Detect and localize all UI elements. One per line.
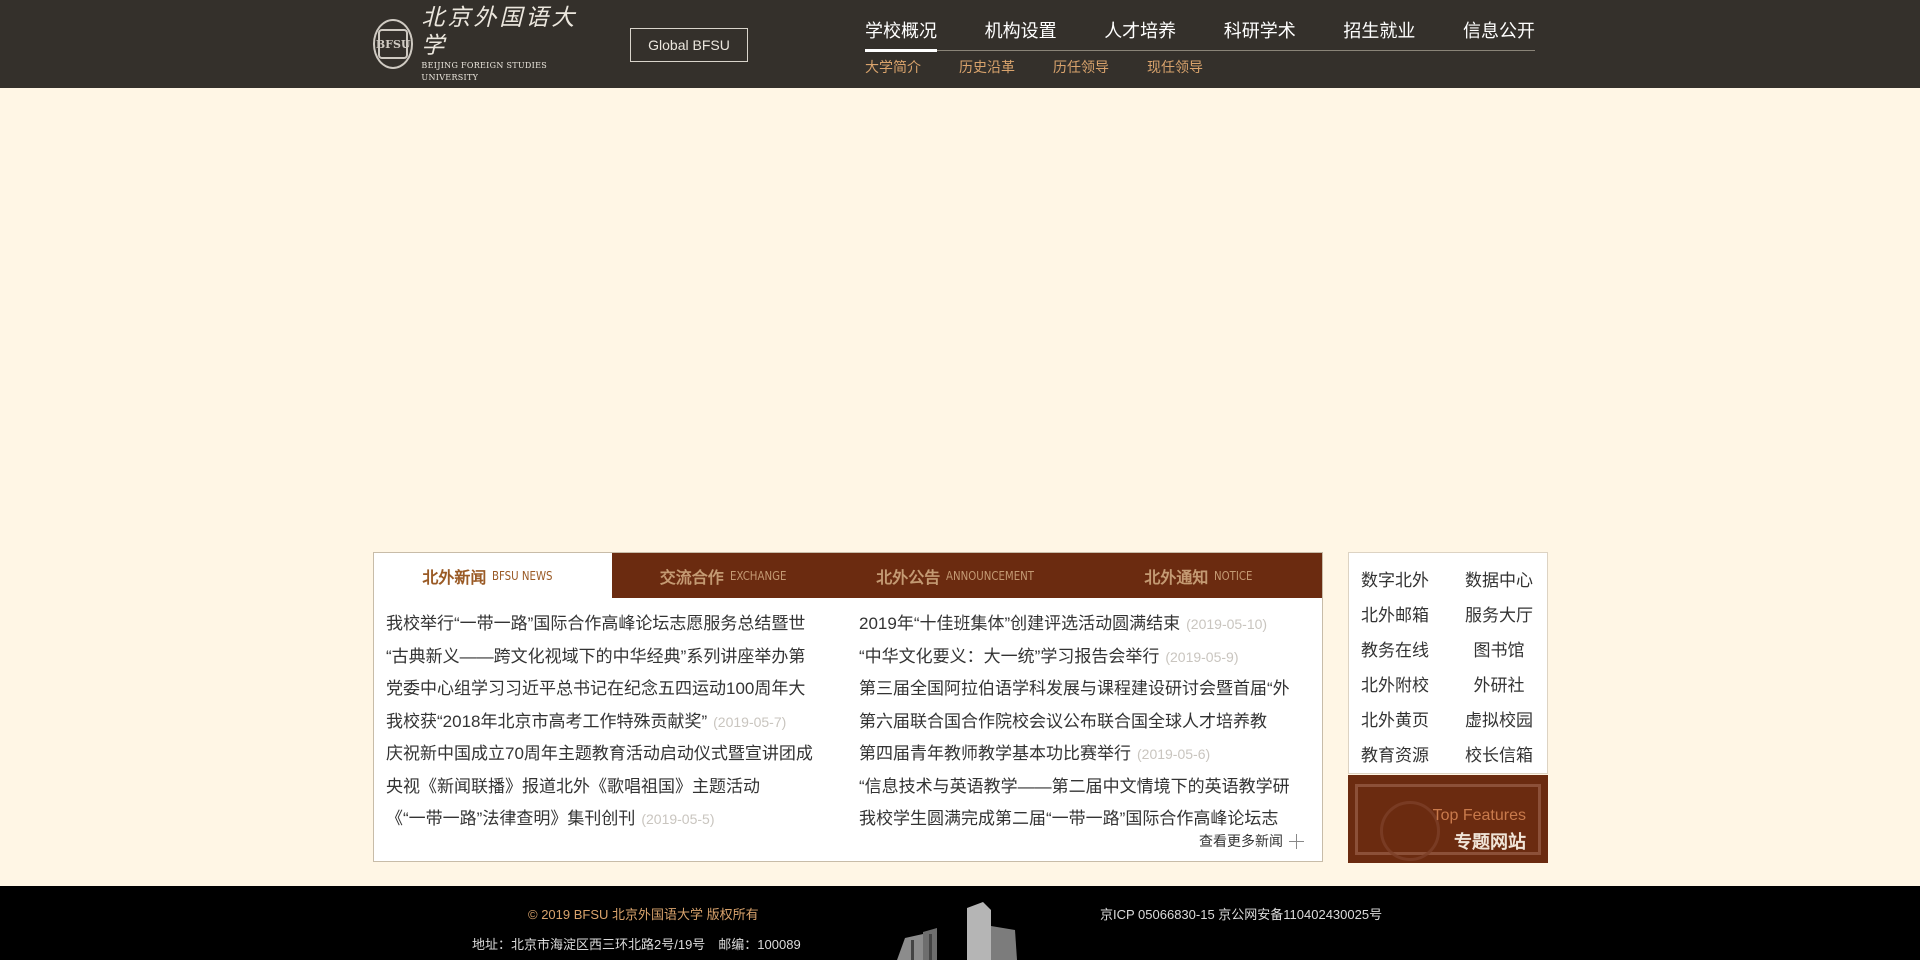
nav-information[interactable]: 信息公开 <box>1463 19 1535 51</box>
subnav-introduction[interactable]: 大学简介 <box>865 57 921 77</box>
nav-admissions[interactable]: 招生就业 <box>1343 19 1415 51</box>
tab-exchange[interactable]: 交流合作 EXCHANGE <box>612 553 844 598</box>
subnav-past-leaders[interactable]: 历任领导 <box>1053 57 1109 77</box>
tab-label-en: BFSU NEWS <box>492 568 553 583</box>
tab-notice[interactable]: 北外通知 NOTICE <box>1082 553 1322 598</box>
sub-nav: 大学简介 历史沿革 历任领导 现任领导 <box>865 57 1203 77</box>
news-date: (2019-05-5) <box>641 811 715 827</box>
more-news-label: 查看更多新闻 <box>1199 834 1283 850</box>
news-title: 我校学生圆满完成第二届“一带一路”国际合作高峰论坛志 <box>859 809 1279 828</box>
tab-label-en: NOTICE <box>1214 568 1253 583</box>
news-date: (2019-05-7) <box>713 713 787 730</box>
quick-link-library[interactable]: 图书馆 <box>1459 633 1539 668</box>
news-title: “古典新义——跨文化视域下的中华经典”系列讲座举办第 <box>386 646 806 666</box>
news-title: 庆祝新中国成立70周年主题教育活动启动仪式暨宣讲团成 <box>386 744 813 763</box>
plus-icon <box>1289 833 1304 849</box>
news-title: 党委中心组学习习近平总书记在纪念五四运动100周年大 <box>386 679 806 698</box>
news-item[interactable]: 第三届全国阿拉伯语学科发展与课程建设研讨会暨首届“外 <box>859 673 1304 706</box>
news-title: 第四届青年教师教学基本功比赛举行 <box>859 744 1131 763</box>
university-logo[interactable]: BFSU 北京外国语大学 BEIJING FOREIGN STUDIES UNI… <box>373 5 599 82</box>
site-footer: © 2019 BFSU 北京外国语大学 版权所有 地址：北京市海淀区西三环北路2… <box>0 886 1920 960</box>
quick-link-president-mailbox[interactable]: 校长信箱 <box>1459 738 1539 773</box>
top-features-banner[interactable]: Top Features 专题网站 <box>1348 775 1548 863</box>
quick-link-academic-affairs[interactable]: 教务在线 <box>1361 633 1459 668</box>
tab-label-cn: 北外新闻 <box>422 567 487 587</box>
news-title: 我校获“2018年北京市高考工作特殊贡献奖” <box>386 711 708 731</box>
tab-bfsu-news[interactable]: 北外新闻 BFSU NEWS <box>374 553 612 598</box>
news-item[interactable]: “古典新义——跨文化视域下的中华经典”系列讲座举办第 <box>386 641 831 674</box>
news-title: 第六届联合国合作院校会议公布联合国全球人才培养教 <box>859 711 1267 731</box>
quick-link-data-center[interactable]: 数据中心 <box>1459 563 1539 598</box>
news-item[interactable]: “中华文化要义：大一统”学习报告会举行 (2019-05-9) <box>859 641 1304 674</box>
quick-link-virtual-campus[interactable]: 虚拟校园 <box>1459 703 1539 738</box>
tab-label-en: EXCHANGE <box>729 568 787 583</box>
news-panel: 北外新闻 BFSU NEWS 交流合作 EXCHANGE 北外公告 ANNOUN… <box>373 552 1323 862</box>
footer-copyright: © 2019 BFSU 北京外国语大学 版权所有 <box>528 907 759 922</box>
seal-icon: BFSU <box>373 19 414 69</box>
news-item[interactable]: 党委中心组学习习近平总书记在纪念五四运动100周年大 <box>386 673 831 706</box>
news-title: “信息技术与英语教学——第二届中文情境下的英语教学研 <box>859 776 1290 796</box>
footer-address: 地址：北京市海淀区西三环北路2号/19号 邮编：100089 <box>472 937 801 952</box>
tab-label-en: ANNOUNCEMENT <box>946 568 1035 583</box>
feature-english-label: Top Features <box>1432 807 1526 824</box>
nav-school-overview[interactable]: 学校概况 <box>865 19 937 52</box>
tab-label-cn: 北外公告 <box>876 567 941 587</box>
seal-text: BFSU <box>376 29 411 59</box>
news-title: 第三届全国阿拉伯语学科发展与课程建设研讨会暨首届“外 <box>859 679 1290 698</box>
more-news-link[interactable]: 查看更多新闻 <box>1199 831 1304 851</box>
news-item[interactable]: 第四届青年教师教学基本功比赛举行 (2019-05-6) <box>859 738 1304 771</box>
feature-frame: Top Features 专题网站 <box>1355 784 1541 861</box>
tab-label-cn: 北外通知 <box>1144 567 1209 587</box>
news-title: 2019年“十佳班集体”创建评选活动圆满结束 <box>859 614 1181 633</box>
news-item[interactable]: 《“一带一路”法律查明》集刊创刊 (2019-05-5) <box>386 803 831 836</box>
tab-label-cn: 交流合作 <box>659 567 724 587</box>
nav-talent-cultivation[interactable]: 人才培养 <box>1104 19 1176 51</box>
subnav-current-leaders[interactable]: 现任领导 <box>1147 57 1203 77</box>
news-item[interactable]: 央视《新闻联播》报道北外《歌唱祖国》主题活动 <box>386 771 831 804</box>
quick-link-affiliated-school[interactable]: 北外附校 <box>1361 668 1459 703</box>
global-bfsu-button[interactable]: Global BFSU <box>630 28 748 62</box>
quick-link-digital-bfsu[interactable]: 数字北外 <box>1361 563 1459 598</box>
logo-english-name: BEIJING FOREIGN STUDIES UNIVERSITY <box>421 61 548 82</box>
subnav-history[interactable]: 历史沿革 <box>959 57 1015 77</box>
news-item[interactable]: 第六届联合国合作院校会议公布联合国全球人才培养教 <box>859 706 1304 739</box>
site-header: BFSU 北京外国语大学 BEIJING FOREIGN STUDIES UNI… <box>0 0 1920 88</box>
news-item[interactable]: 我校举行“一带一路”国际合作高峰论坛志愿服务总结暨世 <box>386 608 831 641</box>
news-item[interactable]: 庆祝新中国成立70周年主题教育活动启动仪式暨宣讲团成 <box>386 738 831 771</box>
news-item[interactable]: 2019年“十佳班集体”创建评选活动圆满结束 (2019-05-10) <box>859 608 1304 641</box>
quick-links-panel: 数字北外 数据中心 北外邮箱 服务大厅 教务在线 图书馆 北外附校 外研社 北外… <box>1348 552 1548 774</box>
nav-organization[interactable]: 机构设置 <box>985 19 1057 51</box>
news-date: (2019-05-6) <box>1137 746 1211 762</box>
nav-research[interactable]: 科研学术 <box>1224 19 1296 51</box>
news-title: “中华文化要义：大一统”学习报告会举行 <box>859 646 1160 666</box>
main-nav: 学校概况 机构设置 人才培养 科研学术 招生就业 信息公开 <box>865 19 1535 52</box>
news-date: (2019-05-9) <box>1165 648 1239 665</box>
quick-link-education-resources[interactable]: 教育资源 <box>1361 738 1459 773</box>
quick-link-fltrp[interactable]: 外研社 <box>1459 668 1539 703</box>
news-date: (2019-05-10) <box>1186 616 1268 632</box>
quick-link-yellow-pages[interactable]: 北外黄页 <box>1361 703 1459 738</box>
news-title: 《“一带一路”法律查明》集刊创刊 <box>386 809 636 828</box>
feature-chinese-label: 专题网站 <box>1454 832 1526 853</box>
seal-watermark-icon <box>1380 801 1440 861</box>
news-tabs: 北外新闻 BFSU NEWS 交流合作 EXCHANGE 北外公告 ANNOUN… <box>374 553 1322 598</box>
news-title: 央视《新闻联播》报道北外《歌唱祖国》主题活动 <box>386 776 760 796</box>
tab-announcement[interactable]: 北外公告 ANNOUNCEMENT <box>844 553 1082 598</box>
quick-link-email[interactable]: 北外邮箱 <box>1361 598 1459 633</box>
news-title: 我校举行“一带一路”国际合作高峰论坛志愿服务总结暨世 <box>386 614 806 633</box>
footer-icp: 京ICP 05066830-15 京公网安备110402430025号 <box>1100 907 1383 922</box>
news-list-right: 2019年“十佳班集体”创建评选活动圆满结束 (2019-05-10) “中华文化… <box>859 608 1304 836</box>
quick-link-service-hall[interactable]: 服务大厅 <box>1459 598 1539 633</box>
news-item[interactable]: “信息技术与英语教学——第二届中文情境下的英语教学研 <box>859 771 1304 804</box>
building-illustration <box>897 902 1017 960</box>
news-item[interactable]: 我校获“2018年北京市高考工作特殊贡献奖” (2019-05-7) <box>386 706 831 739</box>
logo-chinese-name: 北京外国语大学 <box>421 5 578 59</box>
news-list-left: 我校举行“一带一路”国际合作高峰论坛志愿服务总结暨世 “古典新义——跨文化视域下… <box>386 608 831 836</box>
